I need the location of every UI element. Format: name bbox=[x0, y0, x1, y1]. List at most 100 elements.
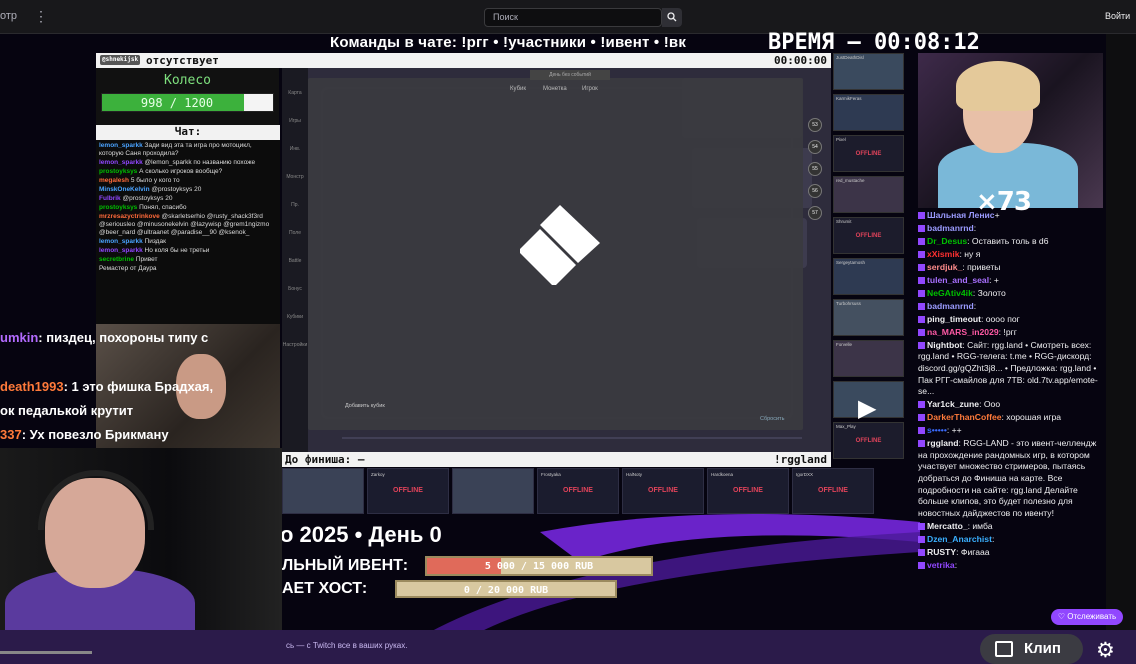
chat-username[interactable]: DarkerThanCoffee bbox=[927, 412, 1002, 422]
streamer-thumbnail[interactable]: Turbohrsuss bbox=[833, 299, 904, 336]
chat-username[interactable]: tulen_and_seal bbox=[927, 275, 989, 285]
overlay-chat-message: umkin: пиздец, похороны типу с bbox=[0, 330, 208, 345]
track-number: 57 bbox=[808, 206, 822, 220]
chat-username[interactable]: Dzen_Anarchist bbox=[927, 534, 992, 544]
chat-message: ping_timeout: оооо пог bbox=[918, 314, 1106, 326]
gear-icon[interactable]: ⚙ bbox=[1096, 638, 1115, 663]
streamer-name: HalNoty bbox=[626, 472, 643, 477]
chat-text: : Оставить толь в d6 bbox=[967, 235, 1049, 246]
chat-text: @prostoyksys 20 bbox=[122, 195, 173, 202]
finish-label: До финиша: — bbox=[285, 453, 365, 466]
search-input[interactable]: Поиск bbox=[484, 8, 662, 27]
game-sidebar-item[interactable]: Настройки bbox=[282, 342, 308, 348]
chat-message: serdjuk_: приветы bbox=[918, 262, 1106, 274]
chat-username: Fulbrik bbox=[99, 195, 121, 202]
chat-message: tulen_and_seal: + bbox=[918, 275, 1106, 287]
offline-label: OFFLINE bbox=[648, 487, 678, 494]
chat-text: Ремастер от Даура bbox=[99, 265, 157, 272]
reset-button[interactable]: Сбросить bbox=[760, 416, 784, 422]
host-value: 0 / 20 000 RUB bbox=[463, 585, 549, 596]
search-icon[interactable] bbox=[662, 8, 682, 27]
streamer-thumbnail[interactable]: Frostyaka OFFLINE bbox=[537, 468, 619, 514]
chat-username[interactable]: rggland bbox=[927, 438, 959, 448]
streamer-thumbnail[interactable]: Shrumit OFFLINE bbox=[833, 217, 904, 254]
follow-button[interactable]: ♡ Отслеживать bbox=[1051, 609, 1123, 625]
offline-label: OFFLINE bbox=[393, 487, 423, 494]
chat-username[interactable]: badmanrnd bbox=[927, 301, 974, 311]
streamer-thumbnail[interactable]: HalNoty OFFLINE bbox=[622, 468, 704, 514]
chat-text: : !ргг bbox=[998, 326, 1017, 337]
chat-username[interactable]: Шальная Ленис bbox=[927, 210, 995, 220]
event-day: о 2025 • День 0 bbox=[280, 522, 442, 547]
overlay-chat-message: ок педалькой крутит bbox=[0, 403, 133, 418]
chat-username[interactable]: badmanrnd bbox=[927, 223, 974, 233]
chat-username: lemon_sparkk bbox=[99, 247, 143, 254]
chat-username[interactable]: ping_timeout bbox=[927, 314, 981, 324]
chat-message: na_MARS_in2029: !ргг bbox=[918, 327, 1106, 339]
game-sidebar-item[interactable]: Бонус bbox=[282, 286, 308, 292]
streamer-thumbnail[interactable]: Max_Play OFFLINE bbox=[833, 422, 904, 459]
kebab-menu-icon[interactable]: ⋮ bbox=[34, 8, 48, 25]
game-sidebar-item[interactable]: Игры bbox=[282, 118, 308, 124]
chat-badge-icon bbox=[918, 225, 925, 233]
login-button[interactable]: Войти bbox=[1105, 11, 1130, 21]
chat-message: vetrika: bbox=[918, 560, 1106, 572]
game-sidebar-item[interactable]: Карта bbox=[282, 90, 308, 96]
streamer-name: Max_Play bbox=[836, 424, 856, 429]
chat-username[interactable]: xXismik bbox=[927, 249, 960, 259]
streamer-thumbnail[interactable]: Hardkoena OFFLINE bbox=[707, 468, 789, 514]
player-hair bbox=[956, 61, 1040, 111]
streamer-thumbnail[interactable] bbox=[282, 468, 364, 514]
chat-username[interactable]: RUSTY bbox=[927, 547, 956, 557]
chat-username[interactable]: serdjuk_ bbox=[927, 262, 962, 272]
chat-text: Но коля бы не третьи bbox=[144, 247, 210, 254]
game-sidebar-item[interactable]: Пр. bbox=[282, 202, 308, 208]
streamer-name: Frostyaka bbox=[541, 472, 561, 477]
chat-text: : ++ bbox=[946, 425, 962, 436]
chat-username[interactable]: na_MARS_in2029 bbox=[927, 327, 999, 337]
nav-browse-link[interactable]: отр bbox=[0, 10, 17, 22]
chat-username[interactable]: Yar1ck_zune bbox=[927, 399, 979, 409]
chat-message: Fulbrik @prostoyksys 20 bbox=[99, 195, 277, 203]
chat-text: : Ооо bbox=[979, 399, 1001, 410]
chat-username: lemon_sparkk bbox=[99, 238, 143, 245]
streamer-thumbnail[interactable]: Zarkoy OFFLINE bbox=[367, 468, 449, 514]
chat-badge-icon bbox=[918, 342, 925, 350]
chat-username[interactable]: vetrika bbox=[927, 560, 955, 570]
chat-username[interactable]: Dr_Desus bbox=[927, 236, 967, 246]
chat-message: lemon_sparkk @lemon_sparkk по названию п… bbox=[99, 159, 277, 167]
overlay-chat-text: : 1 это фишка Брадхая, bbox=[63, 379, 214, 394]
game-sidebar-item[interactable]: Монстр bbox=[282, 174, 308, 180]
chat-username: prostoyksys bbox=[99, 168, 138, 175]
play-icon[interactable]: ▶ bbox=[858, 394, 876, 423]
game-sidebar-item[interactable]: Battle bbox=[282, 258, 308, 264]
overlay-clock: 00:00:00 bbox=[774, 54, 827, 67]
game-sidebar-item[interactable]: Поле bbox=[282, 230, 308, 236]
chat-username[interactable]: s••••• bbox=[927, 425, 947, 435]
wheel-value: 998 / 1200 bbox=[140, 96, 214, 110]
game-sidebar-item[interactable]: Инв. bbox=[282, 146, 308, 152]
chat-text: Привет bbox=[135, 256, 158, 263]
streamer-thumbnail[interactable]: Pixel OFFLINE bbox=[833, 135, 904, 172]
clapperboard-icon bbox=[995, 641, 1013, 657]
streamer-thumbnail[interactable]: JustDeathDisl bbox=[833, 53, 904, 90]
streamer-name: Shrumit bbox=[836, 219, 852, 224]
scrubber[interactable] bbox=[0, 651, 92, 654]
chat-username[interactable]: Nightbot bbox=[927, 340, 962, 350]
chat-badge-icon bbox=[918, 522, 925, 530]
chat-username[interactable]: Mercatto_ bbox=[927, 521, 968, 531]
tab-cube[interactable]: Кубик bbox=[510, 86, 526, 92]
chat-username[interactable]: NeGAtiv4ik bbox=[927, 288, 973, 298]
tab-player[interactable]: Игрок bbox=[582, 86, 598, 92]
streamer-thumbnail[interactable] bbox=[452, 468, 534, 514]
overlay-chat-username: umkin bbox=[0, 330, 39, 345]
streamer-thumbnail[interactable]: KarmikFeras bbox=[833, 94, 904, 131]
tab-coin[interactable]: Монетка bbox=[543, 86, 567, 92]
streamer-thumbnail[interactable]: red_mustache bbox=[833, 176, 904, 213]
overlay-chat-message: 337: Ух повезло Брикману bbox=[0, 427, 169, 442]
add-cube-button[interactable]: Добавить кубик bbox=[345, 403, 385, 409]
streamer-thumbnail[interactable]: Forvelle bbox=[833, 340, 904, 377]
game-sidebar-item[interactable]: Кубики bbox=[282, 314, 308, 320]
streamer-thumbnail[interactable]: IgorDXX OFFLINE bbox=[792, 468, 874, 514]
streamer-thumbnail[interactable]: Sergeytamosh bbox=[833, 258, 904, 295]
